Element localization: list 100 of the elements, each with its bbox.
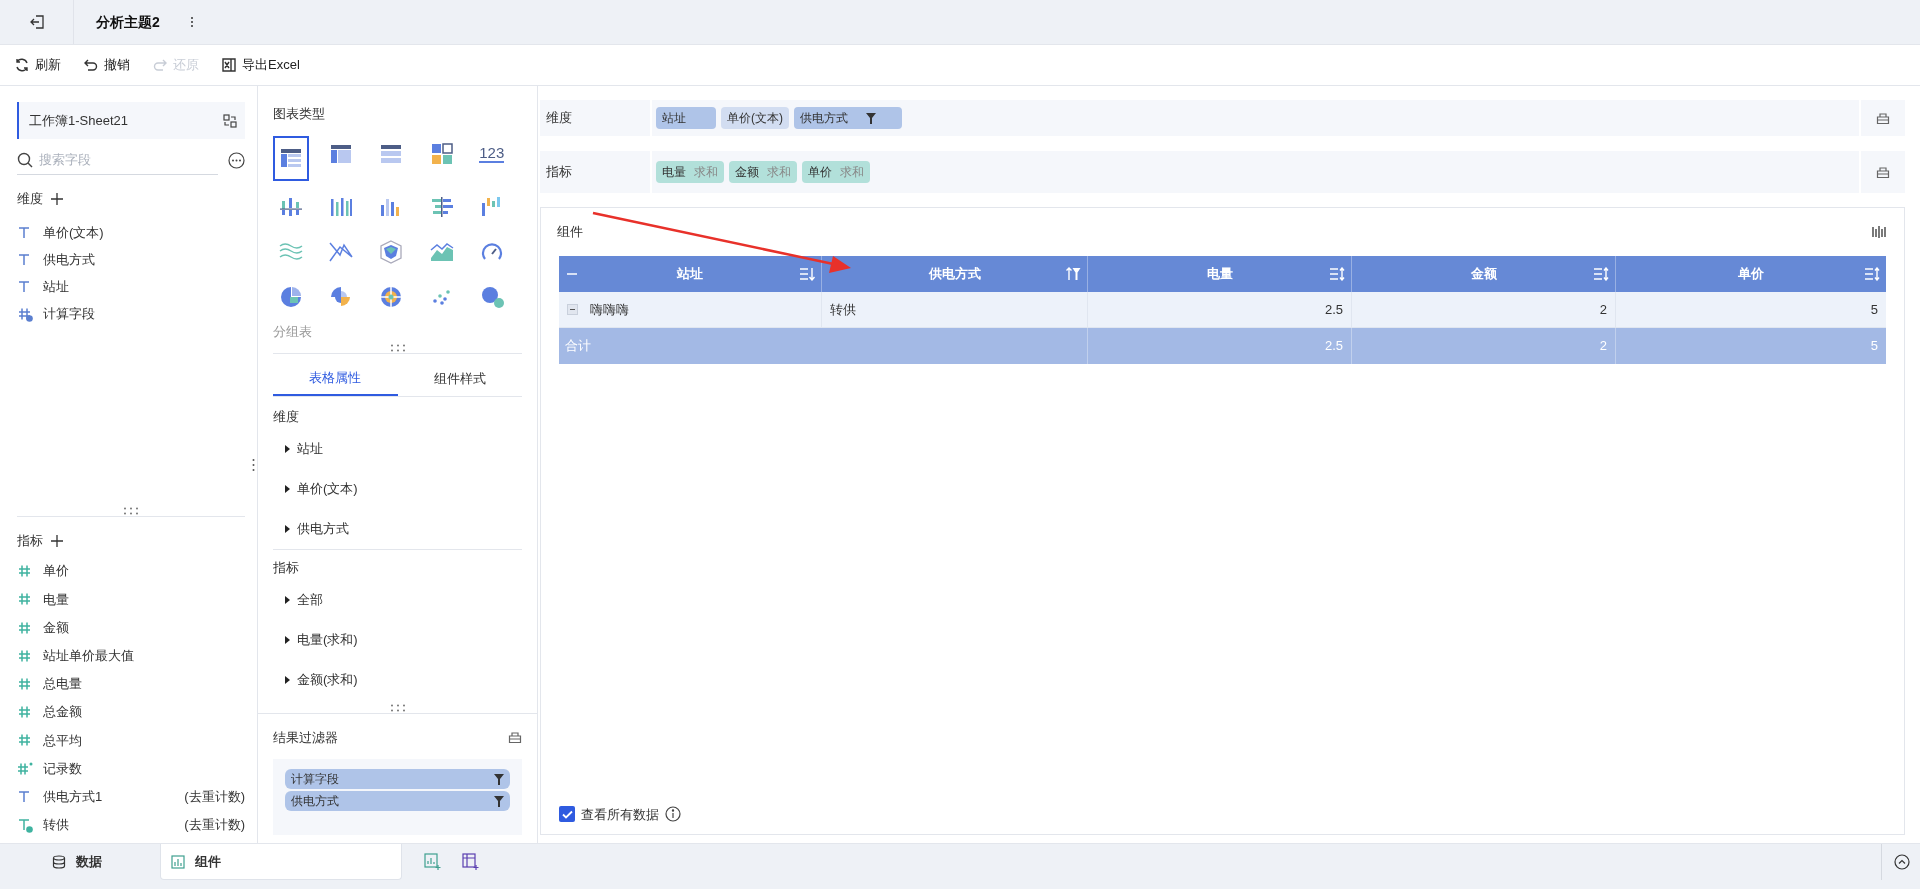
aggregation-label: (去重计数) — [184, 787, 245, 806]
section-title: 维度 — [273, 408, 300, 426]
property-item[interactable]: 站址 — [273, 429, 522, 469]
total-cell-text: 2 — [1599, 337, 1607, 356]
table-cell-text: 5 — [1870, 300, 1878, 319]
info-icon[interactable] — [665, 806, 681, 823]
field-name[interactable]: 金额 — [43, 617, 245, 638]
dataset-header[interactable]: 工作簿1-Sheet21 — [17, 102, 245, 139]
field-name[interactable]: 电量 — [43, 589, 245, 610]
table-cell-text: 嗨嗨嗨 — [590, 300, 629, 319]
exit-icon[interactable] — [28, 14, 45, 30]
property-item[interactable]: 金额(求和) — [273, 660, 522, 700]
caret-icon — [283, 485, 291, 493]
field-pill[interactable]: 供电方式 — [794, 107, 902, 129]
switch-dataset-icon[interactable] — [223, 113, 237, 128]
field-pill[interactable]: 站址 — [656, 107, 716, 129]
add-chart-icon[interactable] — [424, 853, 442, 871]
toolbar-button[interactable]: 刷新 — [14, 55, 61, 75]
section-title: 指标 — [273, 559, 300, 577]
lock-icon[interactable] — [508, 730, 522, 745]
tab[interactable]: 表格属性 — [273, 362, 398, 396]
more-icon[interactable] — [189, 16, 194, 28]
aggregation-label: (去重计数) — [184, 816, 245, 835]
sort-icon[interactable] — [1593, 267, 1609, 281]
filter-title: 结果过滤器 — [273, 728, 338, 747]
tab[interactable]: 组件样式 — [397, 362, 522, 396]
filter-icon — [494, 795, 504, 807]
caret-icon — [283, 636, 291, 644]
chart-type-option[interactable]: 123 — [473, 131, 510, 177]
filter-pill[interactable]: 计算字段 — [285, 769, 510, 789]
filter-pill[interactable]: 供电方式 — [285, 791, 510, 811]
analysis-title[interactable]: 分析主题2 — [96, 11, 160, 33]
add-icon[interactable] — [51, 535, 63, 548]
property-item[interactable]: 全部 — [273, 580, 522, 620]
sort-filter-icon[interactable] — [1065, 267, 1081, 281]
field-name[interactable]: 计算字段 — [43, 303, 95, 324]
field-name[interactable]: 供电方式1 — [43, 786, 175, 807]
field-name[interactable]: 供电方式 — [43, 249, 95, 270]
component-title: 组件 — [557, 223, 583, 242]
section-title: 维度 — [17, 190, 43, 209]
hash-icon — [17, 704, 33, 721]
shelf-label: 指标 — [540, 151, 650, 193]
drag-handle-icon[interactable] — [390, 703, 405, 712]
redo-icon — [152, 57, 168, 73]
lock-icon[interactable] — [1876, 111, 1890, 125]
table-cell-text: 转供 — [830, 300, 856, 319]
table-cell-text: 2 — [1599, 300, 1607, 319]
search-field[interactable]: 搜索字段 — [39, 149, 159, 170]
hash-icon — [17, 732, 33, 749]
field-name[interactable]: 转供 — [43, 815, 175, 835]
checkbox-label[interactable]: 查看所有数据 — [581, 804, 659, 824]
hash-icon — [17, 563, 33, 580]
field-name[interactable]: 站址 — [43, 276, 69, 297]
more-options-icon[interactable] — [228, 151, 245, 169]
field-name[interactable]: 总电量 — [43, 674, 245, 694]
excel-icon — [221, 57, 237, 73]
toolbar-button[interactable]: 导出Excel — [221, 55, 300, 75]
collapse-icon[interactable] — [567, 304, 578, 315]
chart-settings-icon[interactable] — [1872, 225, 1886, 239]
property-item[interactable]: 单价(文本) — [273, 469, 522, 509]
add-table-icon[interactable] — [462, 853, 480, 871]
field-pill[interactable]: 金额 求和 — [729, 161, 797, 183]
chart-type-hint: 分组表 — [273, 322, 313, 341]
bottom-tab[interactable]: 组件 — [160, 844, 402, 880]
undo-icon — [83, 57, 99, 73]
checkbox[interactable] — [559, 806, 575, 823]
lock-icon[interactable] — [1876, 165, 1890, 179]
total-cell-text: 2.5 — [1324, 337, 1343, 356]
calculated-text-icon — [17, 816, 33, 833]
field-name[interactable]: 总平均 — [43, 730, 245, 751]
caret-icon — [283, 676, 291, 684]
database-icon — [52, 855, 66, 869]
sort-icon[interactable] — [1329, 267, 1345, 281]
resize-handle-icon[interactable] — [252, 458, 255, 472]
field-pill[interactable]: 单价 求和 — [802, 161, 870, 183]
toolbar-button[interactable]: 撤销 — [83, 55, 130, 75]
bottom-tab[interactable]: 数据 — [0, 844, 160, 880]
filter-icon — [494, 773, 504, 785]
sort-icon[interactable] — [799, 267, 815, 281]
field-name[interactable]: 总金额 — [43, 702, 245, 722]
field-name[interactable]: 单价 — [43, 561, 245, 581]
field-pill[interactable]: 单价(文本) — [721, 107, 789, 129]
add-icon[interactable] — [51, 193, 63, 205]
property-item[interactable]: 电量(求和) — [273, 620, 522, 660]
chart-type-option[interactable] — [273, 135, 309, 181]
panel-title: 图表类型 — [273, 106, 325, 121]
collapse-panel-icon[interactable] — [1894, 854, 1910, 870]
chart-icon — [171, 854, 185, 869]
section-title: 指标 — [17, 532, 43, 551]
drag-handle-icon[interactable] — [124, 507, 138, 516]
field-name[interactable]: 单价(文本) — [43, 222, 104, 243]
caret-icon — [283, 596, 291, 604]
field-name[interactable]: 站址单价最大值 — [43, 646, 245, 666]
hash-icon — [17, 591, 33, 608]
sort-icon[interactable] — [1864, 267, 1880, 281]
field-name[interactable]: 记录数 — [43, 758, 245, 779]
drag-handle-icon[interactable] — [390, 344, 405, 352]
field-pill[interactable]: 电量 求和 — [656, 161, 724, 183]
total-label: 合计 — [565, 337, 591, 356]
property-item[interactable]: 供电方式 — [273, 509, 522, 549]
